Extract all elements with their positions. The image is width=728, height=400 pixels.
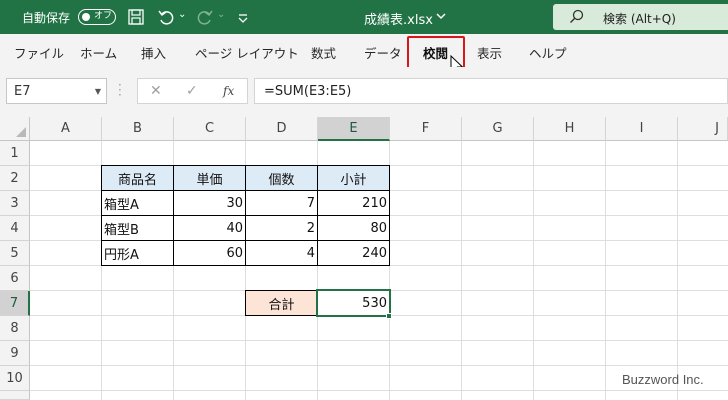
cell-b3[interactable]: 箱型A <box>102 191 173 215</box>
tab-view[interactable]: 表示 <box>477 43 502 62</box>
column-header-i[interactable]: I <box>606 117 678 141</box>
splitter-dots-icon[interactable]: · · · <box>118 79 122 101</box>
gridline <box>30 390 728 391</box>
enter-icon[interactable]: ✓ <box>186 83 198 99</box>
gridline <box>30 340 728 341</box>
chevron-down-icon[interactable] <box>436 12 446 20</box>
cell-d5[interactable]: 4 <box>246 241 317 265</box>
undo-icon[interactable] <box>157 8 175 26</box>
cell-e3[interactable]: 210 <box>318 191 389 215</box>
gridline <box>461 141 462 400</box>
column-header-c[interactable]: C <box>174 117 246 141</box>
header-cell-subtotal[interactable]: 小計 <box>318 166 389 190</box>
cell-b5[interactable]: 円形A <box>102 241 173 265</box>
table-border <box>101 215 390 216</box>
title-bar: 自動保存 オフ ⌄ ⌄ 成績表.xlsx 検索 (Alt+Q) <box>0 0 728 34</box>
table-border <box>101 190 390 191</box>
column-header-g[interactable]: G <box>462 117 534 141</box>
row-header-8[interactable]: 8 <box>0 316 30 341</box>
gridline <box>533 141 534 400</box>
name-box-value: E7 <box>14 84 31 99</box>
row-header-3[interactable]: 3 <box>0 191 30 216</box>
customize-toolbar-icon[interactable] <box>234 8 252 26</box>
name-box[interactable]: E7 ▼ <box>6 78 107 104</box>
table-border <box>101 240 390 241</box>
autosave-state: オフ <box>94 11 113 21</box>
tab-formulas[interactable]: 数式 <box>311 43 336 62</box>
cell-d4[interactable]: 2 <box>246 216 317 240</box>
watermark: Buzzword Inc. <box>622 372 704 387</box>
tab-data[interactable]: データ <box>364 43 402 62</box>
row-header-5[interactable]: 5 <box>0 241 30 266</box>
row-header-11[interactable] <box>0 391 30 400</box>
save-icon[interactable] <box>127 8 145 26</box>
column-header-a[interactable]: A <box>30 117 102 141</box>
search-label: 検索 (Alt+Q) <box>603 12 676 26</box>
fill-handle[interactable] <box>386 313 392 319</box>
gridline <box>605 141 606 400</box>
row-header-7[interactable]: 7 <box>0 291 30 316</box>
search-icon <box>570 9 584 23</box>
column-header-j[interactable]: J <box>678 117 728 141</box>
gridline <box>389 141 390 400</box>
row-header-6[interactable]: 6 <box>0 266 30 291</box>
formula-input[interactable]: =SUM(E3:E5) <box>254 78 728 104</box>
autosave-toggle[interactable]: オフ <box>78 9 116 25</box>
file-name[interactable]: 成績表.xlsx <box>364 9 433 28</box>
formula-bar: E7 ▼ · · · ✕ ✓ fx =SUM(E3:E5) <box>0 67 728 117</box>
total-label-cell[interactable]: 合計 <box>246 291 317 315</box>
header-cell-quantity[interactable]: 個数 <box>246 166 317 190</box>
row-header-4[interactable]: 4 <box>0 216 30 241</box>
redo-icon[interactable] <box>196 8 214 26</box>
column-header-e[interactable]: E <box>318 117 390 141</box>
ribbon-tabs: ファイル ホーム 挿入 ページ レイアウト 数式 データ 校閲 表示 ヘルプ <box>0 34 728 67</box>
cell-e4[interactable]: 80 <box>318 216 389 240</box>
cell-c3[interactable]: 30 <box>174 191 245 215</box>
row-header-9[interactable]: 9 <box>0 341 30 366</box>
insert-function-button[interactable]: fx <box>223 84 234 98</box>
cell-b4[interactable]: 箱型B <box>102 216 173 240</box>
tab-page-layout[interactable]: ページ レイアウト <box>195 43 299 62</box>
worksheet-grid[interactable]: A B C D E F G H I J 1 2 3 4 5 6 7 8 9 10… <box>0 117 728 400</box>
column-header-b[interactable]: B <box>102 117 174 141</box>
autosave-label: 自動保存 <box>22 11 71 25</box>
tab-insert[interactable]: 挿入 <box>141 43 166 62</box>
redo-dropdown-icon[interactable]: ⌄ <box>217 9 225 20</box>
tab-help[interactable]: ヘルプ <box>529 43 567 62</box>
row-header-10[interactable]: 10 <box>0 366 30 391</box>
active-cell-selection <box>316 289 391 317</box>
column-header-d[interactable]: D <box>246 117 318 141</box>
cell-d3[interactable]: 7 <box>246 191 317 215</box>
gridline <box>677 141 678 400</box>
tab-home[interactable]: ホーム <box>80 43 117 62</box>
cell-e5[interactable]: 240 <box>318 241 389 265</box>
formula-buttons: ✕ ✓ fx <box>137 78 248 104</box>
column-header-f[interactable]: F <box>390 117 462 141</box>
gridline <box>30 265 728 266</box>
tab-file[interactable]: ファイル <box>14 43 64 62</box>
cell-c4[interactable]: 40 <box>174 216 245 240</box>
gridline <box>30 365 728 366</box>
row-header-2[interactable]: 2 <box>0 166 30 191</box>
cell-c5[interactable]: 60 <box>174 241 245 265</box>
undo-dropdown-icon[interactable]: ⌄ <box>178 9 186 20</box>
cancel-icon[interactable]: ✕ <box>150 83 162 99</box>
select-all-button[interactable] <box>0 117 30 141</box>
row-header-1[interactable]: 1 <box>0 141 30 166</box>
header-cell-unit-price[interactable]: 単価 <box>174 166 245 190</box>
toggle-knob <box>82 12 90 21</box>
header-cell-item-name[interactable]: 商品名 <box>102 166 173 190</box>
search-box[interactable]: 検索 (Alt+Q) <box>553 4 728 30</box>
name-box-dropdown-icon[interactable]: ▼ <box>95 87 101 96</box>
column-header-h[interactable]: H <box>534 117 606 141</box>
